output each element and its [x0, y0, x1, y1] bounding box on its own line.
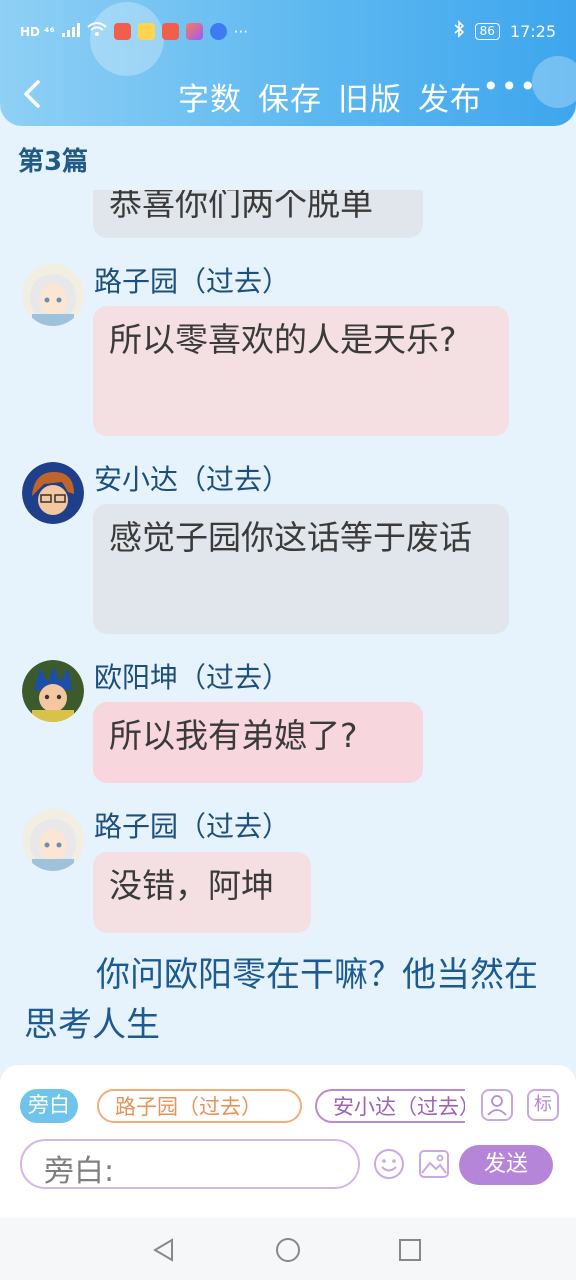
- back-button[interactable]: [18, 76, 48, 112]
- speaker-name: 路子园（过去）: [94, 265, 291, 298]
- image-icon: [419, 1150, 449, 1178]
- nav-home-button[interactable]: [274, 1236, 302, 1264]
- triangle-back-icon: [153, 1238, 173, 1262]
- input-panel: 旁白 路子园（过去） 安小达（过去） 标 旁白: 发送: [0, 1065, 576, 1218]
- weibo-app-icon: [113, 23, 131, 40]
- save-button[interactable]: 保存: [258, 74, 322, 119]
- more-notifications: ···: [233, 22, 249, 41]
- speaker-name: 欧阳坤（过去）: [94, 661, 291, 694]
- message-list[interactable]: 恭喜你们两个脱单 路子园（过去） 所以零喜欢的人是天乐? 安小达（过去） 感觉子…: [0, 190, 576, 1065]
- character-avatar-icon: [22, 264, 84, 326]
- message-bubble[interactable]: 所以零喜欢的人是天乐?: [93, 306, 509, 436]
- clock: 17:25: [509, 21, 556, 41]
- image-button[interactable]: [418, 1148, 450, 1180]
- status-bar: HD ⁴⁶ ··· 86 17:25: [0, 0, 576, 62]
- browser-app-icon: [209, 23, 227, 40]
- role-narrator-chip[interactable]: 旁白: [20, 1089, 78, 1123]
- decor-bubble: [532, 56, 576, 108]
- battery-indicator: 86: [474, 22, 500, 40]
- publish-button[interactable]: 发布: [418, 74, 482, 119]
- send-button[interactable]: 发送: [459, 1145, 553, 1185]
- emoji-button[interactable]: [373, 1148, 405, 1180]
- bluetooth-icon: [453, 20, 465, 42]
- character-select-button[interactable]: [481, 1089, 513, 1121]
- signal-icon: [61, 22, 80, 41]
- smiley-icon: [374, 1149, 404, 1179]
- message-bubble[interactable]: 所以我有弟媳了?: [93, 702, 423, 783]
- weibo-app-icon: [161, 23, 179, 40]
- speaker-name: 路子园（过去）: [94, 810, 291, 843]
- message-text: 恭喜你们两个脱单: [109, 190, 373, 223]
- message-text: 没错，阿坤: [109, 866, 274, 905]
- chevron-left-icon: [24, 80, 40, 108]
- avatar[interactable]: [22, 809, 84, 871]
- chapter-title: 第3篇: [18, 147, 89, 177]
- character-avatar-icon: [22, 809, 84, 871]
- old-version-button[interactable]: 旧版: [338, 74, 402, 119]
- avatar[interactable]: [22, 462, 84, 524]
- word-count-button[interactable]: 字数: [178, 74, 242, 119]
- avatar[interactable]: [22, 660, 84, 722]
- network-indicator: HD ⁴⁶: [20, 24, 55, 39]
- nav-recents-button[interactable]: [396, 1236, 424, 1264]
- tag-button[interactable]: 标: [527, 1089, 559, 1121]
- shop-app-icon: [185, 23, 203, 40]
- avatar[interactable]: [22, 264, 84, 326]
- header-actions: 字数 保存 旧版 发布: [178, 74, 482, 119]
- nav-back-button[interactable]: [150, 1236, 178, 1264]
- message-input[interactable]: 旁白:: [20, 1139, 360, 1189]
- person-icon: [487, 1095, 507, 1116]
- message-text: 所以零喜欢的人是天乐?: [109, 320, 457, 359]
- narration-text[interactable]: 你问欧阳零在干嘛？他当然在思考人生: [24, 950, 554, 1050]
- message-text: 所以我有弟媳了?: [109, 716, 358, 755]
- face-app-icon: [137, 23, 155, 40]
- app-header: HD ⁴⁶ ··· 86 17:25 字数 保存 旧版 发布 •••: [0, 0, 576, 126]
- speaker-name: 安小达（过去）: [94, 463, 291, 496]
- role-luziyuan-chip[interactable]: 路子园（过去）: [97, 1089, 302, 1123]
- character-avatar-icon: [22, 660, 84, 722]
- square-recents-icon: [399, 1239, 421, 1261]
- wifi-icon: [87, 22, 107, 41]
- character-avatar-icon: [22, 462, 84, 524]
- message-bubble[interactable]: 没错，阿坤: [93, 852, 311, 933]
- message-bubble[interactable]: 感觉子园你这话等于废话: [93, 504, 509, 634]
- more-options-button[interactable]: •••: [482, 70, 538, 103]
- message-bubble: 恭喜你们两个脱单: [93, 190, 423, 238]
- role-anxiaoda-chip[interactable]: 安小达（过去）: [315, 1089, 465, 1123]
- message-text: 感觉子园你这话等于废话: [109, 518, 472, 557]
- circle-home-icon: [276, 1238, 300, 1262]
- system-nav-bar: [0, 1218, 576, 1280]
